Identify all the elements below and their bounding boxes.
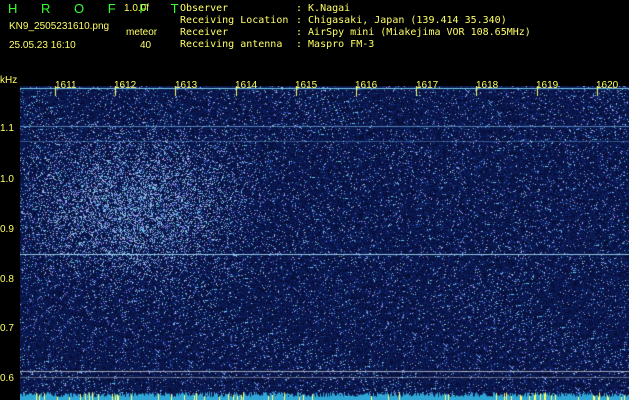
info-antenna-value: : Maspro FM-3 bbox=[296, 39, 375, 50]
x-tick-1620: 1620 bbox=[596, 80, 619, 91]
meteor-label: meteor bbox=[126, 27, 158, 38]
spectrogram-window: H R O F F T 1.0.0f KN9_2505231610.png 25… bbox=[0, 0, 629, 400]
info-receiver-key: Receiver bbox=[180, 27, 229, 38]
info-receiver-value: : AirSpy mini (Miakejima VOR 108.65MHz) bbox=[296, 27, 531, 38]
version-label: 1.0.0f bbox=[124, 3, 150, 14]
filename-label: KN9_2505231610.png bbox=[9, 21, 110, 32]
timestamp-label: 25.05.23 16:10 bbox=[9, 40, 76, 51]
info-antenna-key: Receiving antenna bbox=[180, 39, 283, 50]
meteor-count: 40 bbox=[140, 40, 152, 51]
y-tick-1.1: 1.1 bbox=[0, 123, 14, 134]
x-tick-1614: 1614 bbox=[235, 80, 258, 91]
info-location-key: Receiving Location bbox=[180, 15, 289, 26]
y-tick-1.0: 1.0 bbox=[0, 174, 14, 185]
y-tick-0.9: 0.9 bbox=[0, 224, 14, 235]
waterfall-spectrogram bbox=[20, 86, 629, 400]
app-title: H R O F F T bbox=[8, 1, 189, 16]
y-axis-unit: kHz bbox=[0, 75, 18, 86]
x-tick-1613: 1613 bbox=[175, 80, 198, 91]
x-tick-1618: 1618 bbox=[476, 80, 499, 91]
y-tick-0.8: 0.8 bbox=[0, 274, 14, 285]
x-tick-1612: 1612 bbox=[114, 80, 137, 91]
y-tick-0.6: 0.6 bbox=[0, 373, 14, 384]
x-tick-1616: 1616 bbox=[355, 80, 378, 91]
info-location-value: : Chigasaki, Japan (139.414 35.340) bbox=[296, 15, 507, 26]
x-tick-1615: 1615 bbox=[295, 80, 318, 91]
x-tick-1611: 1611 bbox=[55, 80, 77, 91]
x-tick-1619: 1619 bbox=[536, 80, 559, 91]
y-tick-0.7: 0.7 bbox=[0, 323, 14, 334]
x-tick-1617: 1617 bbox=[416, 80, 439, 91]
info-observer-value: : K.Nagai bbox=[296, 3, 351, 14]
info-observer-key: Observer bbox=[180, 3, 229, 14]
